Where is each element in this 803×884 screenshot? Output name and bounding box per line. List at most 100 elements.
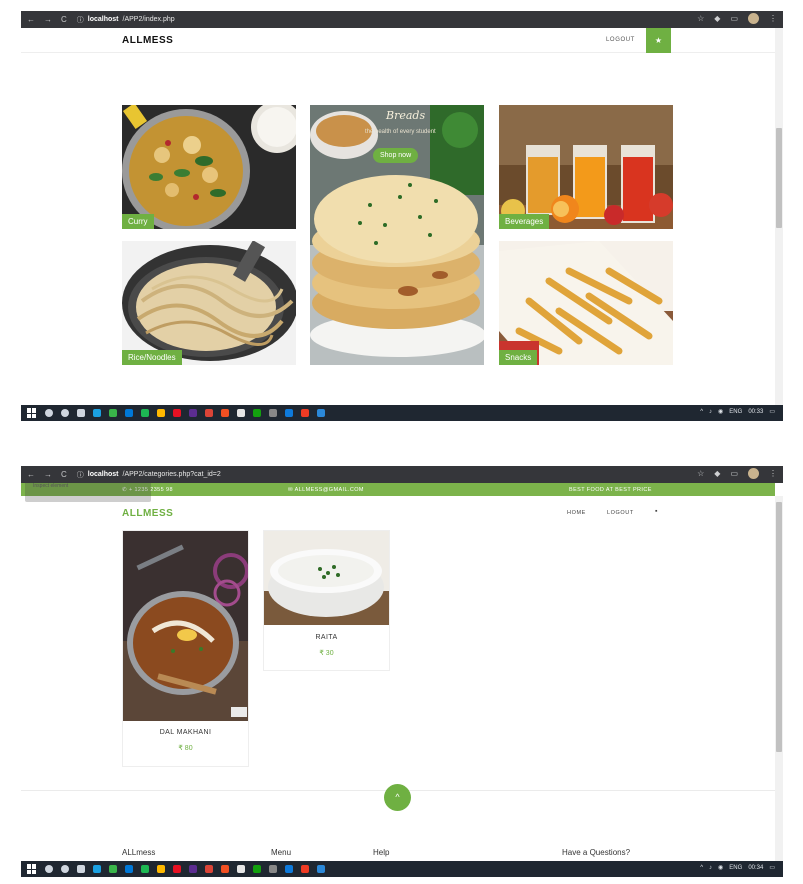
shop-now-button[interactable]: Shop now (373, 148, 419, 163)
volume-icon[interactable]: ♪ (709, 865, 712, 871)
vscode-icon[interactable] (285, 865, 293, 873)
network-icon[interactable]: ◉ (718, 408, 723, 415)
app-icon[interactable] (237, 409, 245, 417)
page-scrollbar[interactable] (775, 496, 783, 861)
cortana-icon[interactable] (61, 409, 69, 417)
task-view-icon[interactable] (77, 409, 85, 417)
url-host: localhost (87, 16, 119, 23)
category-tile-rice-noodles[interactable]: Rice/Noodles (122, 241, 296, 365)
folder-icon[interactable] (157, 409, 165, 417)
tray-chevron-icon[interactable]: ^ (700, 865, 703, 871)
app-icon[interactable] (93, 865, 101, 873)
promo-subtitle: the health of every student (365, 129, 436, 135)
language-indicator[interactable]: ENG (729, 865, 742, 871)
promo-tile-breads[interactable]: Breads the health of every student Shop … (310, 105, 484, 365)
category-tile-curry[interactable]: Curry (122, 105, 296, 229)
app-icon[interactable] (109, 865, 117, 873)
info-icon: ⓘ (76, 471, 84, 479)
back-icon[interactable]: ← (27, 470, 35, 479)
logout-link[interactable]: LOGOUT (606, 37, 635, 43)
app-icon[interactable] (189, 409, 197, 417)
screenshot-home: ← → C ⓘ localhost/APP2/index.php ☆ ◆ ▭ ⋮… (21, 11, 783, 421)
category-tile-snacks[interactable]: Snacks (499, 241, 673, 365)
app-icon[interactable] (301, 409, 309, 417)
clock[interactable]: 00:33 (748, 409, 763, 415)
network-icon[interactable]: ◉ (718, 864, 723, 871)
reload-icon[interactable]: C (61, 470, 67, 479)
page-scrollbar[interactable] (775, 28, 783, 405)
bookmark-star-icon[interactable]: ☆ (697, 469, 704, 478)
brand-logo[interactable]: ALLMESS (122, 508, 173, 519)
browser-menu-icon[interactable]: ⋮ (769, 469, 777, 478)
category-tile-beverages[interactable]: Beverages (499, 105, 673, 229)
promo-title: Breads (386, 109, 426, 122)
extension-icon[interactable]: ◆ (714, 14, 720, 23)
app-icon[interactable] (269, 865, 277, 873)
inspect-tooltip: Inspect element (33, 483, 69, 489)
curry-image (122, 105, 296, 229)
windows-start-icon[interactable] (27, 408, 37, 418)
app-icon[interactable] (269, 409, 277, 417)
scroll-to-top-button[interactable]: ^ (384, 784, 411, 811)
volume-icon[interactable]: ♪ (709, 409, 712, 415)
forward-icon[interactable]: → (44, 470, 52, 479)
chrome-icon[interactable] (205, 409, 213, 417)
language-indicator[interactable]: ENG (729, 409, 742, 415)
reload-icon[interactable]: C (61, 15, 67, 24)
email-text[interactable]: ✉ ALLMESS@GMAIL.COM (288, 487, 364, 493)
app-icon[interactable] (317, 409, 325, 417)
app-icon[interactable] (173, 409, 181, 417)
address-bar[interactable]: ⓘ localhost/APP2/index.php (77, 15, 175, 25)
dal-makhani-image (123, 531, 249, 721)
app-icon[interactable] (317, 865, 325, 873)
app-icon[interactable] (189, 865, 197, 873)
task-view-icon[interactable] (77, 865, 85, 873)
extension-icon[interactable]: ◆ (714, 469, 720, 478)
brand-logo[interactable]: ALLMESS (122, 35, 173, 46)
url-path: /APP2/index.php (122, 16, 175, 23)
notification-icon[interactable]: ▭ (769, 408, 775, 415)
app-icon[interactable] (173, 865, 181, 873)
vscode-icon[interactable] (285, 409, 293, 417)
cart-icon[interactable]: ▪ (655, 508, 658, 515)
nav-home[interactable]: HOME (567, 510, 586, 516)
profile-avatar[interactable] (748, 13, 759, 24)
app-icon[interactable] (141, 865, 149, 873)
app-icon[interactable] (93, 409, 101, 417)
cast-icon[interactable]: ▭ (730, 14, 738, 23)
windows-start-icon[interactable] (27, 864, 37, 874)
search-icon[interactable] (45, 865, 53, 873)
app-icon[interactable] (221, 865, 229, 873)
browser-menu-icon[interactable]: ⋮ (769, 14, 777, 23)
scrollbar-thumb[interactable] (776, 502, 782, 752)
app-icon[interactable] (253, 409, 261, 417)
back-icon[interactable]: ← (27, 15, 35, 24)
app-icon[interactable] (237, 865, 245, 873)
app-icon[interactable] (221, 409, 229, 417)
scrollbar-thumb[interactable] (776, 128, 782, 228)
forward-icon[interactable]: → (44, 15, 52, 24)
screenshot-category: ← → C ⓘ localhost/APP2/categories.php?ca… (21, 466, 783, 877)
category-label-curry: Curry (122, 214, 154, 229)
cart-button[interactable]: ★ (646, 28, 671, 53)
nav-logout[interactable]: LOGOUT (607, 510, 634, 516)
tray-chevron-icon[interactable]: ^ (700, 409, 703, 415)
notification-icon[interactable]: ▭ (769, 864, 775, 871)
cast-icon[interactable]: ▭ (730, 469, 738, 478)
app-icon[interactable] (109, 409, 117, 417)
app-icon[interactable] (141, 409, 149, 417)
folder-icon[interactable] (157, 865, 165, 873)
chrome-icon[interactable] (205, 865, 213, 873)
app-icon[interactable] (125, 865, 133, 873)
app-icon[interactable] (125, 409, 133, 417)
product-card-raita[interactable]: RAITA ₹ 30 (263, 530, 390, 671)
search-icon[interactable] (45, 409, 53, 417)
profile-avatar[interactable] (748, 468, 759, 479)
clock[interactable]: 00:34 (748, 865, 763, 871)
app-icon[interactable] (301, 865, 309, 873)
app-icon[interactable] (253, 865, 261, 873)
product-card-dal-makhani[interactable]: DAL MAKHANI ₹ 80 (122, 530, 249, 767)
bookmark-star-icon[interactable]: ☆ (697, 14, 704, 23)
cortana-icon[interactable] (61, 865, 69, 873)
address-bar[interactable]: ⓘ localhost/APP2/categories.php?cat_id=2 (77, 470, 221, 480)
